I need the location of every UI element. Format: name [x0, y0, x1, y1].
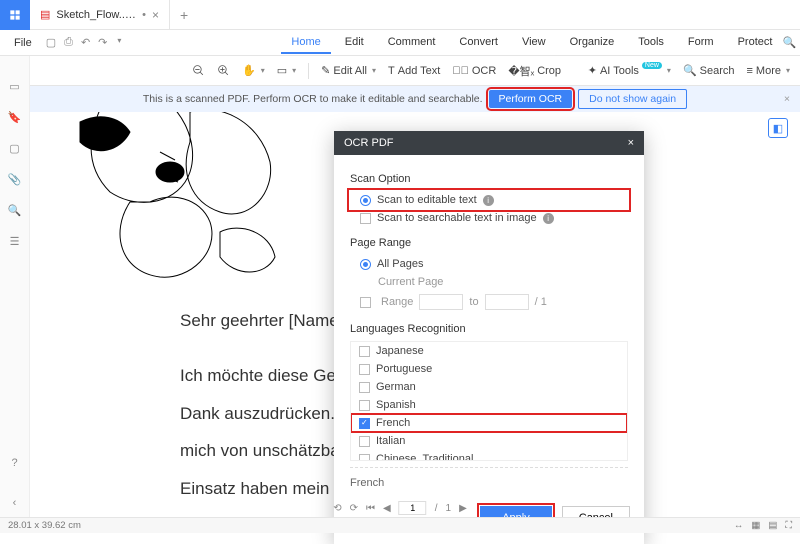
undo-icon[interactable]: ↶ [81, 36, 90, 49]
page-range-label: Page Range [350, 237, 628, 249]
close-icon[interactable]: × [152, 8, 159, 22]
redo-icon[interactable]: ↷ [98, 36, 107, 49]
tab-edit[interactable]: Edit [335, 32, 374, 54]
edit-all-button[interactable]: ✎ Edit All▾ [321, 64, 376, 77]
help-icon[interactable]: ? [11, 457, 17, 469]
info-icon[interactable]: i [543, 213, 554, 224]
first-page-icon[interactable]: ⏮ [366, 503, 375, 514]
more-button[interactable]: ≡ More▾ [747, 65, 791, 77]
perform-ocr-button[interactable]: Perform OCR [489, 90, 573, 108]
tab-organize[interactable]: Organize [560, 32, 625, 54]
tab-view[interactable]: View [512, 32, 556, 54]
rotate-left-icon[interactable]: ⟲ [333, 503, 341, 514]
document-tab[interactable]: ▤ Sketch_Flow...tter_1.pdf • × [30, 0, 170, 29]
layers-icon[interactable]: ☰ [10, 235, 20, 248]
selected-language-summary: French [350, 474, 628, 492]
search-icon: 🔍 [782, 36, 796, 49]
flower-sketch [70, 112, 290, 282]
all-pages-option[interactable]: All Pages [350, 255, 628, 273]
checkbox-icon [360, 297, 371, 308]
thumbnails-icon[interactable]: ▭ [9, 80, 19, 93]
page-total: 1 [446, 503, 452, 514]
print-icon[interactable]: ⎙ [64, 36, 73, 49]
scan-option-label: Scan Option [350, 173, 628, 185]
radio-checked-icon [360, 195, 371, 206]
list-item[interactable]: Spanish [351, 396, 627, 414]
toolbar-search-button[interactable]: 🔍 Search [683, 64, 735, 77]
fit-width-icon[interactable]: ↔ [734, 520, 744, 531]
fullscreen-icon[interactable]: ⛶ [785, 520, 792, 531]
next-page-icon[interactable]: ▶ [459, 503, 467, 514]
current-page-option[interactable]: Current Page [350, 273, 628, 291]
banner-message: This is a scanned PDF. Perform OCR to ma… [143, 93, 483, 105]
quick-more-icon[interactable]: ▾ [117, 36, 121, 49]
add-text-button[interactable]: T Add Text [388, 65, 440, 77]
tab-convert[interactable]: Convert [449, 32, 508, 54]
menu-tabs: Home Edit Comment Convert View Organize … [281, 32, 782, 54]
tab-title: Sketch_Flow...tter_1.pdf [56, 9, 136, 21]
ocr-banner: This is a scanned PDF. Perform OCR to ma… [30, 86, 800, 112]
list-item[interactable]: Italian [351, 432, 627, 450]
collapse-icon[interactable]: ‹ [13, 497, 17, 509]
pdf-icon: ▤ [40, 8, 50, 21]
page-dimensions: 28.01 x 39.62 cm [8, 520, 81, 531]
radio-checked-icon [360, 259, 371, 270]
dialog-title: OCR PDF [344, 137, 394, 149]
crop-button[interactable]: �智ₓ Crop [508, 63, 561, 79]
tab-modified-dot: • [142, 9, 146, 21]
add-tab-button[interactable]: + [170, 7, 198, 23]
rotate-right-icon[interactable]: ⟳ [350, 503, 358, 514]
prev-page-icon[interactable]: ◀ [383, 503, 391, 514]
languages-label: Languages Recognition [350, 323, 628, 335]
close-icon[interactable]: × [628, 137, 634, 149]
attachments-icon[interactable]: 📎 [8, 173, 22, 186]
list-item[interactable]: German [351, 378, 627, 396]
list-item[interactable]: Portuguese [351, 360, 627, 378]
ai-tools-button[interactable]: ✦ AI ToolsNew▾ [588, 64, 671, 77]
tab-form[interactable]: Form [678, 32, 724, 54]
document-text: Sehr geehrter [Name d Ich möchte diese G… [180, 302, 359, 517]
bookmarks-icon[interactable]: 🔖 [8, 111, 22, 124]
app-logo [0, 0, 30, 30]
tab-tools[interactable]: Tools [628, 32, 674, 54]
fit-page-icon[interactable]: ▦ [751, 520, 760, 531]
panel-toggle-icon[interactable]: ◧ [768, 118, 788, 138]
view-mode-icon[interactable]: ▤ [768, 520, 777, 531]
range-option[interactable]: Range to / 1 [350, 291, 628, 313]
list-item-french[interactable]: French [351, 414, 627, 432]
dont-show-again-button[interactable]: Do not show again [578, 89, 687, 109]
tab-protect[interactable]: Protect [728, 32, 783, 54]
comments-icon[interactable]: ▢ [9, 142, 19, 155]
range-from-input[interactable] [419, 294, 463, 310]
scan-searchable-option[interactable]: Scan to searchable text in image i [350, 209, 628, 227]
hand-tool-button[interactable]: ✋▾ [242, 64, 265, 77]
language-list[interactable]: Japanese Portuguese German Spanish Frenc… [350, 341, 628, 461]
tab-home[interactable]: Home [281, 32, 330, 54]
zoom-out-button[interactable] [192, 64, 205, 77]
ocr-dialog: OCR PDF × Scan Option Scan to editable t… [334, 131, 644, 544]
checkbox-icon [360, 213, 371, 224]
page-nav: ⟲ ⟳ ⏮ ◀ / 1 ▶ [333, 499, 467, 517]
close-icon[interactable]: × [784, 93, 790, 105]
ocr-button[interactable]: �⃞ OCR [452, 65, 496, 77]
tab-comment[interactable]: Comment [378, 32, 446, 54]
scan-editable-option[interactable]: Scan to editable text i [350, 191, 628, 209]
zoom-in-button[interactable] [217, 64, 230, 77]
info-icon[interactable]: i [483, 195, 494, 206]
search-panel-icon[interactable]: 🔍 [8, 204, 22, 217]
select-tool-button[interactable]: ▭▾ [277, 64, 296, 77]
page-input[interactable] [399, 501, 427, 515]
range-to-input[interactable] [485, 294, 529, 310]
list-item[interactable]: Chinese_Traditional [351, 450, 627, 461]
file-menu[interactable]: File [6, 37, 40, 49]
save-icon[interactable]: ▢ [46, 36, 56, 49]
list-item[interactable]: Japanese [351, 342, 627, 360]
